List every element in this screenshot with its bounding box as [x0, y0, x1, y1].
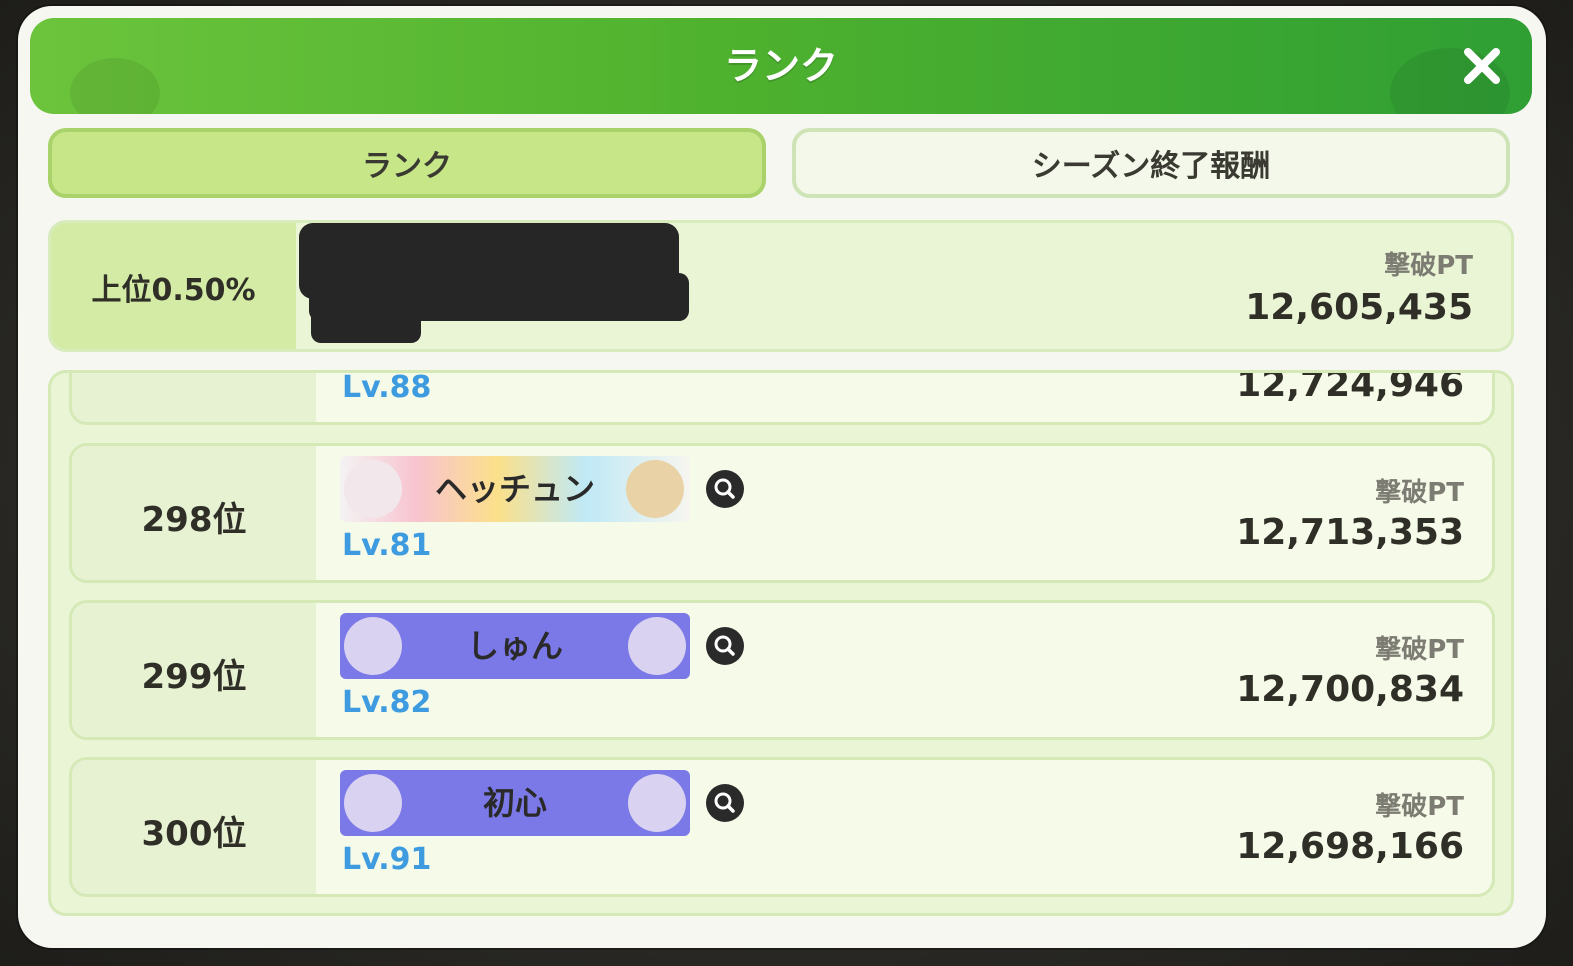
list-item[interactable]: 300位 初心 Lv.91 撃破PT 12,698,166: [69, 757, 1495, 897]
my-points-label: 撃破PT: [1384, 251, 1473, 281]
rank-cell: [72, 373, 316, 422]
magnifier-icon: [714, 792, 735, 813]
tab-season-rewards[interactable]: シーズン終了報酬: [792, 128, 1510, 198]
player-level: Lv.88: [342, 370, 432, 405]
profile-button[interactable]: [706, 784, 744, 822]
points-value: 12,700,834: [1236, 669, 1464, 710]
player-name: ヘッチュン: [434, 470, 595, 508]
close-button[interactable]: [1460, 44, 1504, 88]
points-label: 撃破PT: [1375, 478, 1464, 508]
rank-number: 299位: [141, 657, 247, 697]
player-level: Lv.81: [342, 528, 432, 563]
name-banner: ヘッチュン: [340, 456, 690, 522]
name-banner: 初心: [340, 770, 690, 836]
dialog-title: ランク: [723, 44, 838, 88]
my-rank-panel: 上位0.50% 撃破PT 12,605,435: [48, 220, 1514, 352]
list-item[interactable]: 298位 ヘッチュン Lv.81 撃破PT 12,713,353: [69, 443, 1495, 583]
rank-dialog: ランク ランク シーズン終了報酬 上位0.50% 撃破PT 12,605,435…: [18, 6, 1546, 948]
list-item[interactable]: 299位 しゅん Lv.82 撃破PT 12,700,834: [69, 600, 1495, 740]
rank-number: 300位: [141, 814, 247, 854]
redacted-block: [311, 303, 421, 343]
points-value: 12,698,166: [1236, 826, 1464, 867]
name-banner: しゅん: [340, 613, 690, 679]
dialog-header: ランク: [30, 18, 1532, 114]
magnifier-icon: [714, 635, 735, 656]
player-name: しゅん: [466, 627, 563, 665]
close-icon: [1464, 48, 1500, 84]
player-name: 初心: [482, 784, 547, 822]
points-label: 撃破PT: [1375, 635, 1464, 665]
profile-button[interactable]: [706, 627, 744, 665]
points-label: 撃破PT: [1375, 792, 1464, 822]
profile-button[interactable]: [706, 470, 744, 508]
list-item-partial[interactable]: Lv.88 12,724,946: [69, 370, 1495, 425]
points-value: 12,724,946: [1236, 370, 1464, 405]
player-level: Lv.82: [342, 685, 432, 720]
points-value: 12,713,353: [1236, 512, 1464, 553]
player-level: Lv.91: [342, 842, 432, 877]
rank-number: 298位: [141, 500, 247, 540]
ranking-list[interactable]: Lv.88 12,724,946 298位 ヘッチュン Lv.81 撃破PT 1…: [48, 370, 1514, 916]
my-rank-percentile: 上位0.50%: [91, 273, 256, 308]
magnifier-icon: [714, 478, 735, 499]
tab-rank[interactable]: ランク: [48, 128, 766, 198]
my-points-value: 12,605,435: [1245, 287, 1473, 328]
